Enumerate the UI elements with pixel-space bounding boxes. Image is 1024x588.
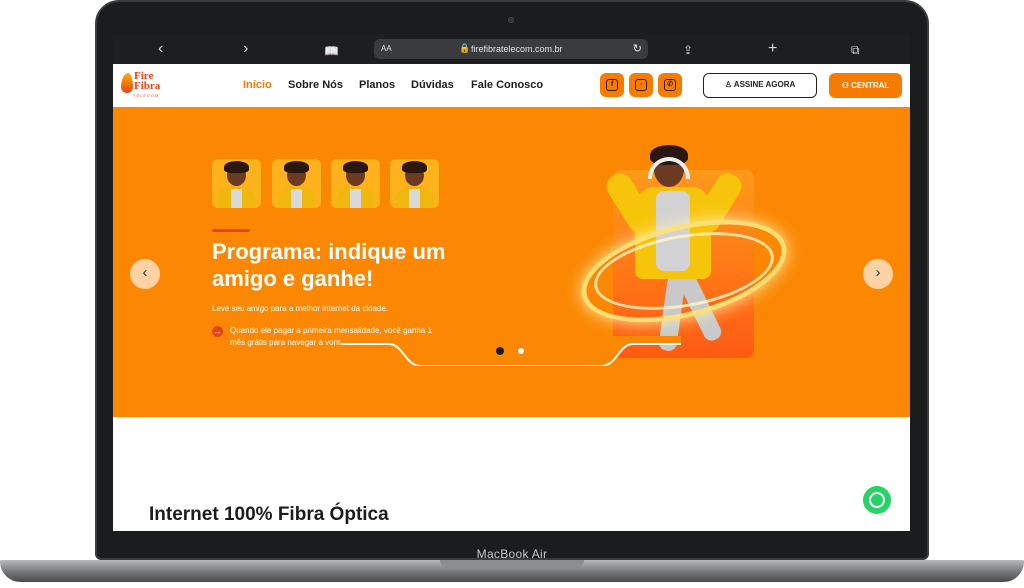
forward-icon[interactable]: › bbox=[243, 40, 248, 58]
central-button[interactable]: ⚇ CENTRAL bbox=[829, 73, 902, 98]
accent-line bbox=[212, 229, 250, 232]
nav-item-duvidas[interactable]: Dúvidas bbox=[411, 79, 454, 91]
nav-item-planos[interactable]: Planos bbox=[359, 79, 395, 91]
carousel-prev-button[interactable]: ‹ bbox=[130, 259, 160, 289]
nav-item-fale-conosco[interactable]: Fale Conosco bbox=[471, 79, 543, 91]
screen: ‹ › 📖 AA 🔒 firefibratelecom.com.br ↻ ⇪ +… bbox=[113, 34, 910, 531]
logo-line3: TELECOM bbox=[133, 93, 160, 98]
book-icon[interactable]: 📖 bbox=[324, 42, 339, 60]
arrow-right-icon: → bbox=[212, 326, 223, 337]
users-icon: ⚇ bbox=[841, 81, 852, 90]
laptop-notch bbox=[440, 560, 584, 568]
camera-icon bbox=[508, 17, 514, 23]
hero-title: Programa: indique um amigo e ganhe! bbox=[212, 239, 446, 291]
site-header: Fire Fibra TELECOM Início Sobre Nós Plan… bbox=[113, 64, 910, 107]
whatsapp-float-icon[interactable] bbox=[863, 486, 891, 514]
new-tab-icon[interactable]: + bbox=[768, 40, 777, 58]
reload-icon[interactable]: ↻ bbox=[633, 42, 642, 55]
tabs-icon[interactable]: ⧉ bbox=[851, 41, 860, 59]
nav-item-inicio[interactable]: Início bbox=[243, 79, 272, 91]
text-size-button[interactable]: AA bbox=[381, 44, 392, 53]
carousel-next-button[interactable]: › bbox=[863, 259, 893, 289]
section-title: Internet 100% Fibra Óptica bbox=[149, 504, 389, 525]
user-icon: ♙ bbox=[724, 80, 734, 89]
url-text: firefibratelecom.com.br bbox=[471, 44, 563, 54]
address-bar[interactable]: AA 🔒 firefibratelecom.com.br ↻ bbox=[374, 39, 648, 59]
hero-subtitle: Leve seu amigo para a melhor internet da… bbox=[212, 304, 389, 313]
whatsapp-icon[interactable]: ✆ bbox=[658, 73, 682, 97]
logo[interactable]: Fire Fibra TELECOM bbox=[121, 71, 171, 103]
device-label: MacBook Air bbox=[476, 547, 548, 561]
hero-curve bbox=[341, 336, 681, 366]
logo-line2: Fibra bbox=[134, 80, 161, 92]
browser-toolbar: ‹ › 📖 AA 🔒 firefibratelecom.com.br ↻ ⇪ +… bbox=[113, 34, 910, 64]
carousel-dot-1[interactable] bbox=[496, 347, 504, 355]
lock-icon: 🔒 bbox=[459, 43, 471, 53]
instagram-icon[interactable]: ◦ bbox=[629, 73, 653, 97]
nav-item-sobre-nos[interactable]: Sobre Nós bbox=[288, 79, 343, 91]
back-icon[interactable]: ‹ bbox=[158, 40, 163, 58]
person-thumbnail bbox=[331, 159, 380, 208]
share-icon[interactable]: ⇪ bbox=[683, 41, 693, 59]
device-frame: MacBook Air ‹ › 📖 AA 🔒 firefibratelecom.… bbox=[0, 0, 1024, 588]
person-thumbnail bbox=[390, 159, 439, 208]
assine-agora-button[interactable]: ♙ ASSINE AGORA bbox=[703, 73, 817, 98]
carousel-dot-2[interactable] bbox=[518, 348, 524, 354]
flame-icon bbox=[121, 73, 133, 93]
hero-banner: Programa: indique um amigo e ganhe! Leve… bbox=[113, 107, 910, 417]
person-thumbnail bbox=[272, 159, 321, 208]
facebook-icon[interactable]: f bbox=[600, 73, 624, 97]
person-thumbnail bbox=[212, 159, 261, 208]
